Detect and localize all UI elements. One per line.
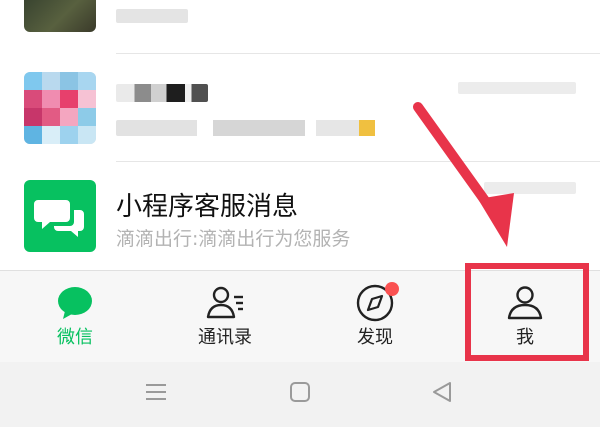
system-nav-bar xyxy=(0,362,600,427)
menu-icon[interactable] xyxy=(144,380,168,404)
home-icon[interactable] xyxy=(288,380,312,404)
back-icon[interactable] xyxy=(430,380,454,404)
